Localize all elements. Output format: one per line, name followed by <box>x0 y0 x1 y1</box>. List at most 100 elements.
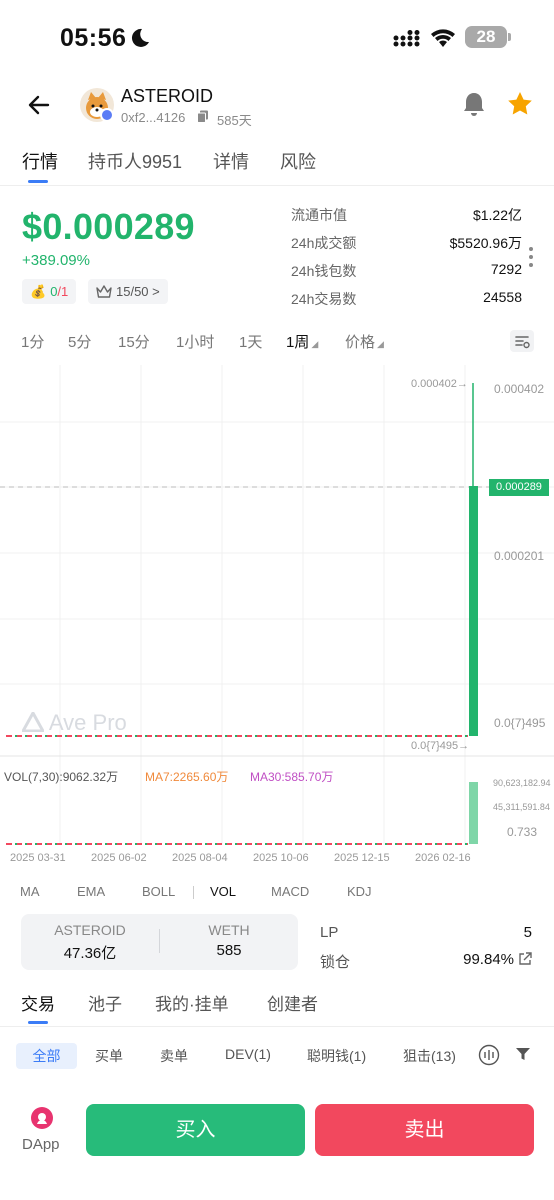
watermark: Ave Pro <box>20 709 127 736</box>
ma7-legend: MA7:2265.60万 <box>145 770 229 784</box>
indicator-vol[interactable]: VOL <box>210 884 236 899</box>
volume-bar <box>469 782 478 844</box>
caret-icon: ◢ <box>377 339 384 349</box>
indicator-separator <box>193 886 194 899</box>
tab-creator[interactable]: 创建者 <box>267 990 318 1015</box>
rating-total: /1 <box>57 284 69 299</box>
price-chart[interactable] <box>0 365 554 875</box>
indicator-kdj[interactable]: KDJ <box>347 884 372 899</box>
status-bar: 05:56 28 <box>0 0 554 76</box>
filter-funnel-icon[interactable] <box>515 1046 531 1062</box>
cellular-signal-icon <box>393 30 420 47</box>
price-change: +389.09% <box>22 252 90 269</box>
price-axis-high: 0.000402 <box>494 382 545 396</box>
interval-1m[interactable]: 1分 <box>21 331 44 352</box>
token-age: 585天 <box>217 113 252 128</box>
vol-axis-low: 0.733 <box>507 825 538 839</box>
star-icon[interactable] <box>506 90 534 118</box>
tab-pools[interactable]: 池子 <box>88 990 122 1015</box>
filter-sell[interactable]: 卖单 <box>160 1046 188 1066</box>
indicator-ema[interactable]: EMA <box>77 884 105 899</box>
filter-smart-money[interactable]: 聪明钱(1) <box>307 1046 366 1066</box>
rating-pill[interactable]: 💰 0/1 <box>22 279 77 304</box>
lock-label: 锁仓 <box>320 954 351 971</box>
status-time: 05:56 <box>60 24 127 52</box>
x-axis-label: 2025 03-31 <box>10 852 66 864</box>
lock-value: 99.84% <box>463 951 514 968</box>
crown-count: 15/50 > <box>116 284 160 299</box>
chart-settings-icon[interactable] <box>510 330 534 352</box>
dapp-icon[interactable] <box>31 1107 53 1129</box>
stat-value-wallets: 7292 <box>490 261 522 277</box>
pool-base-name: ASTEROID <box>54 922 126 938</box>
stat-label-market-cap: 流通市值 <box>291 207 347 223</box>
indicator-macd[interactable]: MACD <box>271 884 309 899</box>
pool-quote: WETH 585 <box>160 922 298 959</box>
candle-body <box>469 486 478 736</box>
interval-price[interactable]: 价格 ◢ <box>345 331 384 352</box>
ma30-legend: MA30:585.70万 <box>250 770 334 784</box>
sell-button[interactable]: 卖出 <box>315 1104 534 1156</box>
pool-base: ASTEROID 47.36亿 <box>21 922 159 963</box>
x-axis-label: 2026 02-16 <box>415 852 471 864</box>
battery-indicator: 28 <box>465 26 511 48</box>
indicator-boll[interactable]: BOLL <box>142 884 175 899</box>
current-price: $0.000289 <box>22 206 195 247</box>
vol-legend: VOL(7,30):9062.32万 <box>4 770 119 784</box>
high-marker: 0.000402→ <box>411 378 468 390</box>
activity-icon[interactable] <box>478 1044 500 1066</box>
stat-value-market-cap: $1.22亿 <box>472 207 522 223</box>
interval-1h[interactable]: 1小时 <box>176 331 214 352</box>
tab-trades[interactable]: 交易 <box>21 990 55 1015</box>
interval-1w[interactable]: 1周 ◢ <box>286 331 318 352</box>
interval-1d[interactable]: 1天 <box>239 331 262 352</box>
tab-holders[interactable]: 持币人9951 <box>88 148 182 174</box>
price-axis-mid: 0.000201 <box>494 549 545 563</box>
tab-underline <box>28 180 48 183</box>
indicator-ma[interactable]: MA <box>20 884 40 899</box>
tab-market[interactable]: 行情 <box>22 148 58 174</box>
low-marker: 0.0{7}495→ <box>411 740 470 752</box>
ave-logo-icon <box>20 709 46 733</box>
tab-details[interactable]: 详情 <box>213 148 249 174</box>
bottom-tab-underline <box>28 1021 48 1024</box>
back-arrow-icon[interactable] <box>26 92 52 118</box>
stat-label-volume: 24h成交额 <box>291 235 357 251</box>
vol-axis-high: 90,623,182.94 <box>493 778 551 788</box>
money-bag-icon: 💰 <box>30 283 47 299</box>
external-link-icon[interactable] <box>518 952 532 966</box>
x-axis-label: 2025 10-06 <box>253 852 309 864</box>
dapp-label[interactable]: DApp <box>22 1136 60 1153</box>
tab-risk[interactable]: 风险 <box>280 148 316 174</box>
copy-icon[interactable] <box>197 110 209 123</box>
interval-15m[interactable]: 15分 <box>118 331 150 352</box>
current-price-tag: 0.000289 <box>489 479 549 496</box>
stat-value-volume: $5520.96万 <box>449 235 522 251</box>
stat-label-trades: 24h交易数 <box>291 291 357 307</box>
stat-label-wallets: 24h钱包数 <box>291 263 357 279</box>
moon-icon <box>131 28 149 47</box>
lp-value: 5 <box>523 924 532 941</box>
more-vertical-icon[interactable] <box>528 246 534 268</box>
pool-quote-name: WETH <box>208 922 250 938</box>
filter-all[interactable]: 全部 <box>16 1043 77 1069</box>
lp-label: LP <box>320 924 339 941</box>
x-axis-label: 2025 06-02 <box>91 852 147 864</box>
filter-buy[interactable]: 买单 <box>95 1046 123 1066</box>
buy-button[interactable]: 买入 <box>86 1104 305 1156</box>
pool-quote-value: 585 <box>216 942 242 959</box>
interval-5m[interactable]: 5分 <box>68 331 91 352</box>
price-axis-low: 0.0{7}495 <box>494 716 546 730</box>
wifi-icon <box>431 29 455 47</box>
crown-pill[interactable]: 15/50 > <box>88 279 168 304</box>
pool-card: ASTEROID 47.36亿 WETH 585 <box>21 914 298 970</box>
bell-icon[interactable] <box>460 90 488 118</box>
rating-good: 0 <box>50 284 58 299</box>
caret-icon: ◢ <box>311 339 319 349</box>
tab-my-orders[interactable]: 我的·挂单 <box>155 990 229 1015</box>
filter-sniper[interactable]: 狙击(13) <box>403 1046 461 1066</box>
crown-icon <box>96 284 112 298</box>
chain-badge-icon <box>100 108 114 122</box>
divider <box>0 185 554 186</box>
filter-dev[interactable]: DEV(1) <box>225 1046 271 1062</box>
